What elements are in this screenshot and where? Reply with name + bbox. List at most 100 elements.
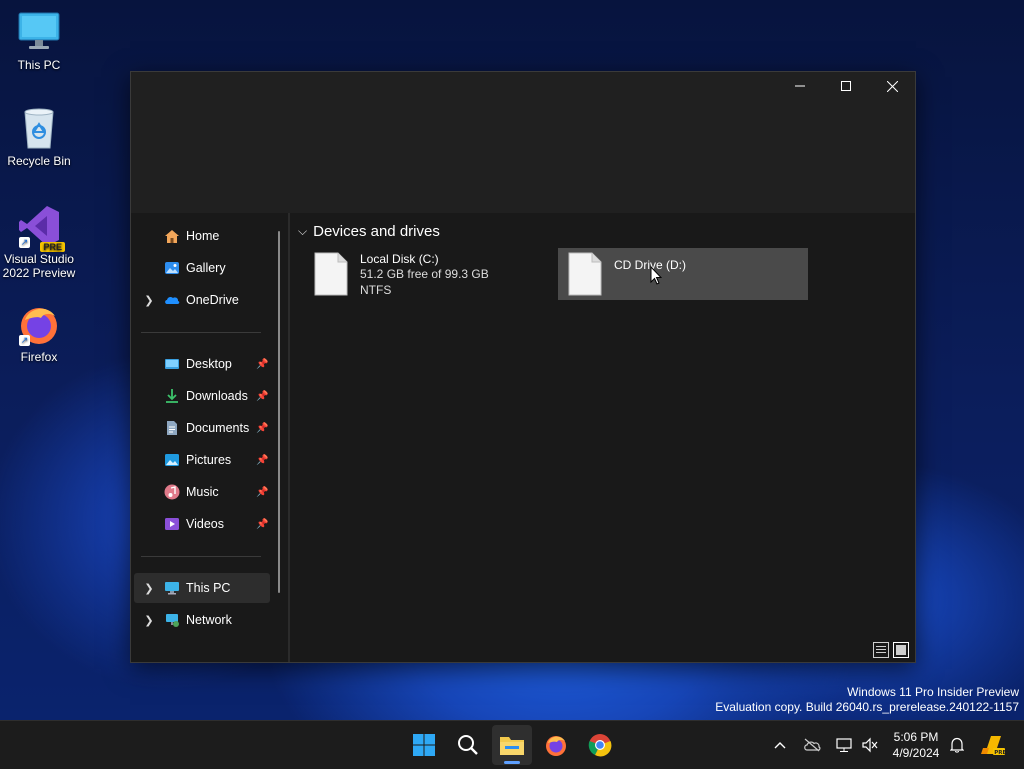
start-icon: [413, 734, 435, 756]
nav-item-gallery[interactable]: Gallery: [134, 253, 270, 283]
pin-icon[interactable]: 📌: [256, 487, 268, 498]
blank-file-icon: [568, 252, 602, 296]
notifications-button[interactable]: [946, 721, 968, 769]
desktop-folder-icon: [164, 356, 180, 372]
volume-tray-button[interactable]: [858, 721, 882, 769]
nav-item-onedrive[interactable]: ❯ OneDrive: [134, 285, 270, 315]
group-header-devices[interactable]: ⌵ Devices and drives: [298, 223, 440, 240]
onedrive-offline-icon: [804, 738, 821, 752]
chrome-icon: [588, 734, 612, 757]
pre-badge: PRE: [40, 242, 65, 252]
search-icon: [458, 735, 478, 755]
download-icon: [164, 388, 180, 404]
desktop-icon-this-pc[interactable]: This PC: [0, 10, 78, 72]
clock-time: 5:06 PM: [893, 730, 939, 744]
pin-icon[interactable]: 📌: [256, 455, 268, 466]
firefox-icon: [546, 736, 566, 756]
desktop-icon-label: This PC: [17, 58, 61, 72]
chevron-right-icon[interactable]: ❯: [144, 582, 154, 595]
nav-item-label: Gallery: [186, 261, 226, 275]
bell-icon: [950, 737, 964, 753]
firefox-icon: ↗: [17, 302, 61, 346]
show-hidden-icons-button[interactable]: [770, 721, 790, 769]
nav-item-this-pc[interactable]: ❯ This PC: [134, 573, 270, 603]
chevron-up-icon: [774, 742, 786, 749]
nav-item-downloads[interactable]: Downloads 📌: [134, 381, 270, 411]
watermark-line-2: Evaluation copy. Build 26040.rs_prerelea…: [715, 700, 1019, 714]
nav-item-videos[interactable]: Videos 📌: [134, 509, 270, 539]
gallery-icon: [164, 260, 180, 276]
view-toggle: [873, 642, 909, 658]
nav-item-label: Music: [186, 485, 219, 499]
nav-item-home[interactable]: Home: [134, 221, 270, 251]
pin-icon[interactable]: 📌: [256, 359, 268, 370]
music-icon: [164, 484, 180, 500]
onedrive-tray-button[interactable]: [800, 721, 824, 769]
shortcut-arrow-icon: ↗: [19, 237, 30, 248]
desktop-icon-recycle-bin[interactable]: Recycle Bin: [0, 106, 78, 168]
nav-scrollbar[interactable]: [278, 231, 280, 593]
maximize-button[interactable]: [823, 72, 869, 100]
search-button[interactable]: [448, 725, 488, 765]
group-header-label: Devices and drives: [313, 223, 440, 240]
drive-cd-drive-d[interactable]: CD Drive (D:): [558, 248, 808, 300]
nav-item-label: Desktop: [186, 357, 232, 371]
desktop-icon-label: Recycle Bin: [7, 154, 71, 168]
file-explorer-window: Home Gallery ❯ OneDrive Desktop 📌 Downlo…: [130, 71, 916, 663]
this-pc-icon: [164, 580, 180, 596]
network-tray-button[interactable]: [832, 721, 856, 769]
taskbar-firefox[interactable]: [536, 725, 576, 765]
volume-muted-icon: [862, 737, 878, 753]
title-bar[interactable]: [131, 72, 915, 213]
shortcut-arrow-icon: ↗: [19, 335, 30, 346]
nav-item-label: Network: [186, 613, 232, 627]
nav-item-desktop[interactable]: Desktop 📌: [134, 349, 270, 379]
nav-item-music[interactable]: Music 📌: [134, 477, 270, 507]
taskbar-clock[interactable]: 5:06 PM 4/9/2024: [880, 729, 952, 761]
desktop-icon-label: Firefox: [20, 350, 58, 364]
onedrive-cloud-icon: [164, 292, 180, 308]
pin-icon[interactable]: 📌: [256, 391, 268, 402]
close-button[interactable]: [869, 72, 915, 100]
nav-item-label: This PC: [186, 581, 231, 595]
watermark-line-1: Windows 11 Pro Insider Preview: [847, 685, 1019, 699]
chevron-right-icon[interactable]: ❯: [144, 614, 154, 627]
desktop-icon-visual-studio[interactable]: PRE ↗ Visual Studio 2022 Preview: [0, 204, 78, 280]
chevron-right-icon[interactable]: ❯: [144, 294, 154, 307]
copilot-preview-icon: PRE: [981, 736, 1005, 756]
pictures-icon: [164, 452, 180, 468]
nav-item-label: Videos: [186, 517, 224, 531]
nav-separator: [141, 556, 261, 557]
drive-local-disk-c[interactable]: Local Disk (C:) 51.2 GB free of 99.3 GB …: [304, 248, 554, 300]
documents-icon: [164, 420, 180, 436]
monitor-icon: [17, 10, 61, 54]
drive-filesystem: NTFS: [360, 283, 392, 297]
nav-item-label: Documents: [186, 421, 250, 435]
minimize-button[interactable]: [777, 72, 823, 100]
details-view-icon[interactable]: [873, 642, 889, 658]
nav-item-documents[interactable]: Documents 📌: [134, 413, 270, 443]
nav-item-label: Pictures: [186, 453, 232, 467]
drive-name: Local Disk (C:): [360, 252, 439, 266]
chevron-down-icon[interactable]: ⌵: [298, 224, 307, 239]
nav-separator: [141, 332, 261, 333]
network-icon: [164, 612, 180, 628]
visual-studio-icon: PRE ↗: [17, 204, 65, 252]
taskbar-chrome[interactable]: [580, 725, 620, 765]
start-button[interactable]: [404, 725, 444, 765]
taskbar-file-explorer[interactable]: [492, 725, 532, 765]
blank-file-icon: [314, 252, 348, 296]
navigation-pane: Home Gallery ❯ OneDrive Desktop 📌 Downlo…: [131, 213, 288, 662]
nav-item-label: Downloads: [186, 389, 248, 403]
pin-icon[interactable]: 📌: [256, 423, 268, 434]
desktop-icon-firefox[interactable]: ↗ Firefox: [0, 302, 78, 364]
nav-item-label: OneDrive: [186, 293, 239, 307]
nav-item-pictures[interactable]: Pictures 📌: [134, 445, 270, 475]
content-pane: ⌵ Devices and drives Local Disk (C:) 51.…: [290, 213, 915, 662]
large-icons-view-icon[interactable]: [893, 642, 909, 658]
pin-icon[interactable]: 📌: [256, 519, 268, 530]
nav-item-network[interactable]: ❯ Network: [134, 605, 270, 635]
copilot-preview-button[interactable]: PRE: [978, 721, 1008, 769]
taskbar: 5:06 PM 4/9/2024 PRE: [0, 720, 1024, 769]
file-explorer-icon: [500, 737, 524, 755]
